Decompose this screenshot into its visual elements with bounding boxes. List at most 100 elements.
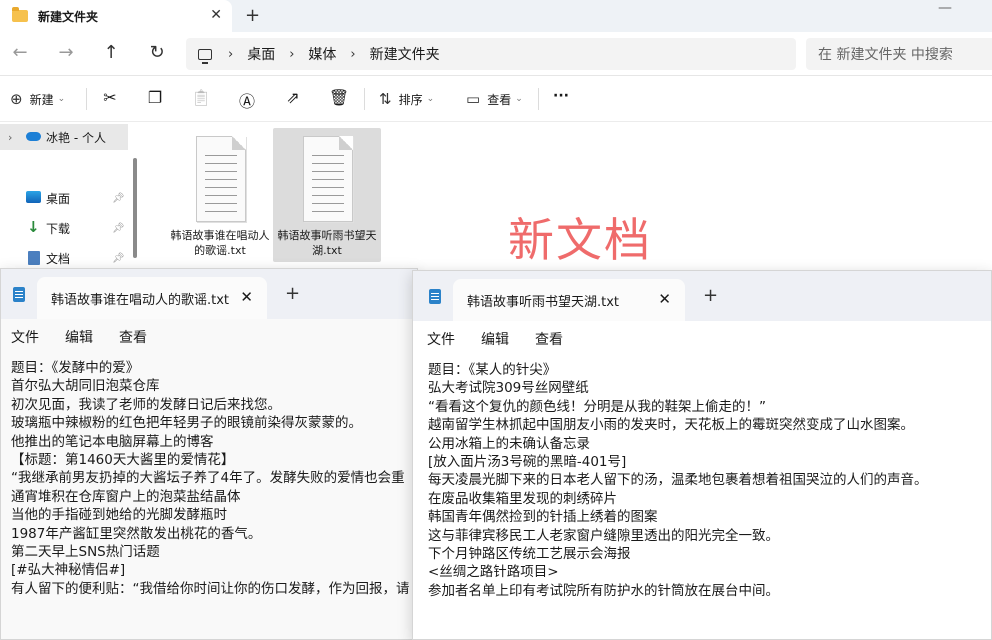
chevron-right-icon[interactable]: › — [8, 131, 12, 144]
chevron-right-icon[interactable]: › — [350, 47, 355, 62]
text-line: 每天凌晨光脚下来的日本老人留下的汤，温柔地包裹着想着祖国哭泣的人们的声音。 — [428, 472, 928, 489]
address-bar[interactable]: › 桌面 › 媒体 › 新建文件夹 — [186, 38, 796, 70]
refresh-button[interactable]: ↻ — [145, 42, 169, 63]
sidebar-item-downloads[interactable]: ↓ 下载 📌︎ — [0, 215, 128, 241]
notepad-icon — [429, 289, 441, 304]
up-button[interactable]: ↑ — [99, 42, 123, 63]
document-icon — [28, 251, 40, 265]
explorer-tab-title: 新建文件夹 — [38, 9, 99, 24]
text-line: 首尔弘大胡同旧泡菜仓库 — [11, 378, 160, 395]
text-line: [#弘大神秘情侣#] — [11, 562, 126, 579]
delete-icon[interactable]: 🗑︎ — [328, 88, 350, 107]
share-icon[interactable]: ⇗ — [282, 88, 304, 107]
text-line: 越南留学生林抓起中国朋友小雨的发夹时，天花板上的霉斑突然变成了山水图案。 — [428, 417, 914, 434]
notepad-tab-bar: 韩语故事谁在唱动人的歌谣.txt ✕ + — [1, 269, 417, 319]
back-button[interactable]: ← — [8, 42, 32, 63]
notepad-tab-bar: 韩语故事听雨书望天湖.txt ✕ + — [413, 271, 991, 321]
folder-icon — [12, 7, 28, 22]
view-button[interactable]: ▭ 查看 ⌄ — [466, 90, 523, 108]
command-bar: ⊕ 新建 ⌄ ✂ ❐ 📋︎ Ⓐ ⇗ 🗑︎ ⇅ 排序 ⌄ ▭ 查看 ⌄ ··· — [0, 76, 992, 122]
search-placeholder: 在 新建文件夹 中搜索 — [818, 47, 953, 63]
breadcrumb-new-folder[interactable]: 新建文件夹 — [370, 44, 440, 64]
text-line: 1987年产酱缸里突然散发出桃花的香气。 — [11, 525, 262, 542]
divider — [538, 88, 539, 110]
sort-icon: ⇅ — [379, 90, 392, 108]
breadcrumb-media[interactable]: 媒体 — [308, 44, 336, 64]
cloud-icon — [26, 132, 41, 141]
text-line: 当他的手指碰到她给的光脚发酵瓶时 — [11, 507, 227, 524]
explorer-tab[interactable]: 新建文件夹 ✕ — [0, 0, 232, 32]
notepad-window-right: 韩语故事听雨书望天湖.txt ✕ + 文件 编辑 查看 题目：《某人的针尖》 弘… — [412, 270, 992, 640]
address-bar-row: ← → ↑ ↻ › 桌面 › 媒体 › 新建文件夹 在 新建文件夹 中搜索 — [0, 32, 992, 76]
text-line: 题目：《某人的针尖》 — [428, 362, 557, 378]
text-line: 他推出的笔记本电脑屏幕上的博客 — [11, 433, 214, 450]
monitor-icon — [198, 48, 212, 64]
text-file-icon — [303, 136, 353, 222]
more-label: ··· — [553, 88, 569, 104]
text-line: 初次见面，我读了老师的发酵日记后来找您。 — [11, 396, 281, 413]
navigation-pane: › 冰艳 - 个人 桌面 📌︎ ↓ 下载 📌︎ 文档 📌︎ — [0, 122, 140, 270]
watermark-text: 新文档 — [508, 213, 652, 267]
new-tab-button[interactable]: + — [285, 283, 300, 304]
text-line: 这与菲律宾移民工人老家窗户缝隙里透出的阳光完全一致。 — [428, 527, 779, 544]
sidebar-item-onedrive[interactable]: › 冰艳 - 个人 — [0, 124, 128, 150]
close-icon[interactable]: ✕ — [658, 290, 671, 308]
text-line: 第二天早上SNS热门话题 — [11, 543, 160, 560]
more-options-button[interactable]: ··· — [553, 88, 569, 104]
chevron-down-icon: ⌄ — [426, 94, 435, 104]
text-line: 【标题：第1460天大酱里的爱情花】 — [11, 451, 235, 468]
forward-button[interactable]: → — [54, 42, 78, 63]
search-input[interactable]: 在 新建文件夹 中搜索 — [806, 38, 992, 70]
chevron-right-icon[interactable]: › — [228, 47, 233, 62]
view-icon: ▭ — [466, 90, 481, 108]
close-icon[interactable]: ✕ — [240, 288, 253, 306]
menu-edit[interactable]: 编辑 — [65, 327, 93, 347]
divider — [364, 88, 365, 110]
text-line: <丝绸之路针路项目> — [428, 564, 559, 581]
new-button[interactable]: ⊕ 新建 ⌄ — [10, 90, 65, 108]
divider — [86, 88, 87, 110]
text-line: [放入面片汤3号碗的黑暗-401号] — [428, 453, 627, 470]
text-line: 有人留下的便利贴：“我借给你时间让你的伤口发酵，作为回报，请 — [11, 580, 410, 597]
close-tab-icon[interactable]: ✕ — [210, 7, 222, 23]
file-name: 韩语故事听雨书望天湖.txt — [277, 229, 377, 257]
new-tab-button[interactable]: + — [703, 285, 718, 306]
sort-label: 排序 — [398, 92, 423, 107]
scrollbar[interactable] — [133, 158, 137, 258]
notepad-text-area[interactable]: 题目：《某人的针尖》 弘大考试院309号丝网壁纸 “看看这个复仇的颜色线！分明是… — [428, 361, 928, 600]
download-icon: ↓ — [27, 218, 40, 236]
menu-view[interactable]: 查看 — [119, 327, 147, 347]
menu-file[interactable]: 文件 — [427, 329, 455, 349]
new-tab-button[interactable]: + — [245, 5, 260, 26]
text-line: 下个月钟路区传统工艺展示会海报 — [428, 545, 631, 562]
menu-view[interactable]: 查看 — [535, 329, 563, 349]
minimize-button[interactable]: — — [938, 0, 952, 16]
file-item[interactable]: 韩语故事谁在唱动人的歌谣.txt — [166, 128, 274, 262]
notepad-menu-bar: 文件 编辑 查看 — [413, 321, 991, 357]
text-file-icon — [196, 136, 246, 222]
sidebar-item-label: 桌面 — [46, 191, 71, 206]
notepad-text-area[interactable]: 题目：《发酵中的爱》 首尔弘大胡同旧泡菜仓库 初次见面，我读了老师的发酵日记后来… — [11, 359, 410, 598]
file-item-selected[interactable]: 韩语故事听雨书望天湖.txt — [273, 128, 381, 262]
menu-file[interactable]: 文件 — [11, 327, 39, 347]
notepad-tab[interactable]: 韩语故事听雨书望天湖.txt ✕ — [453, 279, 685, 321]
pin-icon: 📌︎ — [112, 252, 125, 264]
cut-icon[interactable]: ✂ — [99, 88, 121, 107]
chevron-right-icon[interactable]: › — [289, 47, 294, 62]
desktop-icon — [26, 191, 41, 203]
breadcrumb-desktop[interactable]: 桌面 — [247, 44, 275, 64]
text-line: 参加者名单上印有考试院所有防护水的针筒放在展台中间。 — [428, 582, 779, 599]
text-line: 题目：《发酵中的爱》 — [11, 360, 140, 376]
text-line: 韩国青年偶然捡到的针插上绣着的图案 — [428, 509, 658, 526]
pin-icon: 📌︎ — [112, 222, 125, 234]
paste-icon[interactable]: 📋︎ — [190, 88, 212, 107]
rename-icon[interactable]: Ⓐ — [236, 88, 258, 112]
notepad-tab[interactable]: 韩语故事谁在唱动人的歌谣.txt ✕ — [37, 277, 267, 319]
sort-button[interactable]: ⇅ 排序 ⌄ — [379, 90, 434, 108]
notepad-icon — [13, 287, 25, 302]
menu-edit[interactable]: 编辑 — [481, 329, 509, 349]
notepad-menu-bar: 文件 编辑 查看 — [1, 319, 417, 355]
sidebar-item-desktop[interactable]: 桌面 📌︎ — [0, 185, 128, 211]
sidebar-item-label: 下载 — [46, 221, 71, 236]
copy-icon[interactable]: ❐ — [144, 88, 166, 107]
